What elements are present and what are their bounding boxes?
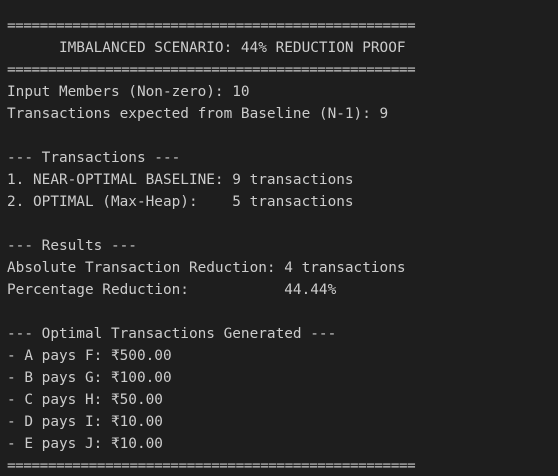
terminal-output[interactable]: ========================================… [0,0,558,476]
payment-line: - C pays H: ₹50.00 [7,392,163,408]
input-members-line: Input Members (Non-zero): 10 [7,84,250,100]
payment-line: - A pays F: ₹500.00 [7,348,172,364]
percentage-reduction-line: Percentage Reduction: 44.44% [7,282,337,298]
baseline-transactions-line: 1. NEAR-OPTIMAL BASELINE: 9 transactions [7,172,354,188]
expected-baseline-line: Transactions expected from Baseline (N-1… [7,106,389,122]
payment-line: - D pays I: ₹10.00 [7,414,163,430]
results-header: --- Results --- [7,238,137,254]
transactions-header: --- Transactions --- [7,150,181,166]
payment-line: - B pays G: ₹100.00 [7,370,172,386]
scenario-title: IMBALANCED SCENARIO: 44% REDUCTION PROOF [7,40,406,56]
separator-bottom: ========================================… [7,458,416,474]
payment-line: - E pays J: ₹10.00 [7,436,163,452]
optimal-transactions-line: 2. OPTIMAL (Max-Heap): 5 transactions [7,194,354,210]
separator-top: ========================================… [7,18,416,34]
absolute-reduction-line: Absolute Transaction Reduction: 4 transa… [7,260,406,276]
separator-title: ========================================… [7,62,416,78]
optimal-transactions-header: --- Optimal Transactions Generated --- [7,326,337,342]
